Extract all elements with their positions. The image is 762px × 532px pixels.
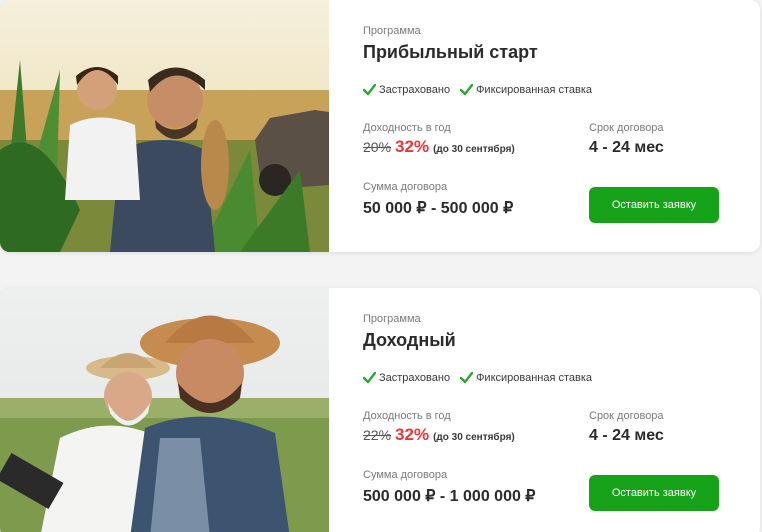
features-list: Застраховано Фиксированная ставка [363,372,592,384]
program-info: Программа Прибыльный старт Застраховано … [363,0,760,252]
new-rate: 32% [395,137,430,156]
feature-label: Фиксированная ставка [476,84,593,96]
sum-label: Сумма договора [363,469,448,481]
check-icon [460,372,474,384]
feature-insured: Застраховано [363,84,450,96]
yield-value: 22% 32% (до 30 сентября) [363,425,515,445]
feature-insured: Застраховано [363,372,450,384]
term-value: 4 - 24 мес [589,139,664,156]
program-card-1: Программа Прибыльный старт Застраховано … [0,0,760,252]
rate-note: (до 30 сентября) [433,432,515,443]
sum-value: 50 000 ₽ - 500 000 ₽ [363,200,514,217]
apply-button[interactable]: Оставить заявку [589,187,719,223]
check-icon [363,84,376,96]
program-title: Доходный [363,330,456,350]
rate-note: (до 30 сентября) [433,144,515,155]
term-label: Срок договора [589,410,664,422]
feature-fixed-rate: Фиксированная ставка [460,372,592,384]
old-rate: 22% [363,427,392,443]
program-label: Программа [363,313,421,325]
program-photo-father-son-field [0,0,329,252]
yield-value: 20% 32% (до 30 сентября) [363,137,515,157]
old-rate: 20% [363,139,392,155]
check-icon [363,372,376,384]
feature-fixed-rate: Фиксированная ставка [460,84,592,96]
feature-label: Застраховано [379,84,451,96]
features-list: Застраховано Фиксированная ставка [363,84,592,96]
program-photo-farmers-tablet [0,288,329,532]
program-label: Программа [363,25,421,37]
sum-value: 500 000 ₽ - 1 000 000 ₽ [363,488,536,505]
term-value: 4 - 24 мес [589,427,664,444]
new-rate: 32% [395,425,430,444]
program-info: Программа Доходный Застраховано Фиксиров… [363,288,760,532]
apply-button[interactable]: Оставить заявку [589,475,719,511]
feature-label: Застраховано [379,372,451,384]
term-label: Срок договора [589,122,664,134]
check-icon [460,84,474,96]
program-title: Прибыльный старт [363,42,538,62]
yield-label: Доходность в год [363,410,451,422]
yield-label: Доходность в год [363,122,451,134]
sum-label: Сумма договора [363,181,448,193]
program-card-2: Программа Доходный Застраховано Фиксиров… [0,288,760,532]
feature-label: Фиксированная ставка [476,372,593,384]
